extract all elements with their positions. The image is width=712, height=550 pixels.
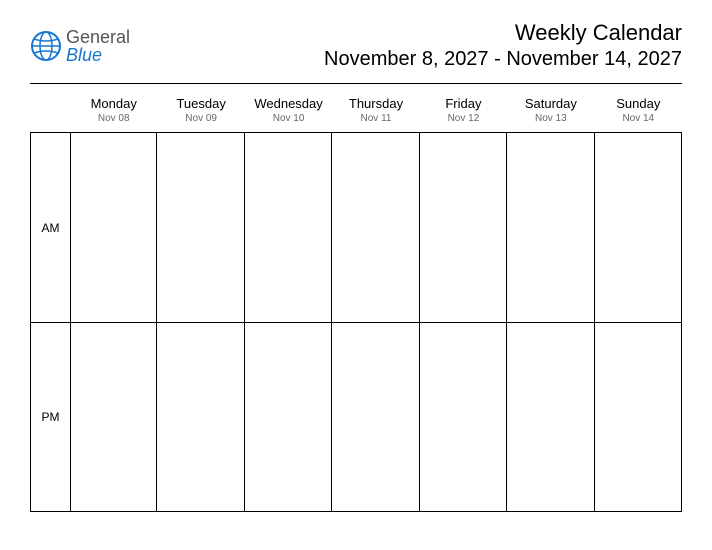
period-label-pm: PM <box>30 322 70 512</box>
day-header-monday: Monday Nov 08 <box>70 92 157 132</box>
calendar-cell <box>70 322 157 512</box>
calendar-cell <box>595 322 682 512</box>
page-title: Weekly Calendar <box>324 20 682 46</box>
day-header-friday: Friday Nov 12 <box>420 92 507 132</box>
date-range: November 8, 2027 - November 14, 2027 <box>324 48 682 71</box>
period-label-am: AM <box>30 132 70 322</box>
logo-blue: Blue <box>66 45 102 65</box>
calendar-cell <box>420 132 507 322</box>
calendar-cell <box>420 322 507 512</box>
day-date: Nov 08 <box>70 113 157 124</box>
day-header-thursday: Thursday Nov 11 <box>332 92 419 132</box>
day-date: Nov 13 <box>507 113 594 124</box>
globe-icon <box>30 30 62 62</box>
day-header-saturday: Saturday Nov 13 <box>507 92 594 132</box>
logo-general: General <box>66 27 130 47</box>
calendar-cell <box>595 132 682 322</box>
day-name: Friday <box>420 96 507 111</box>
calendar-cell <box>245 322 332 512</box>
day-header-wednesday: Wednesday Nov 10 <box>245 92 332 132</box>
header-divider <box>30 83 682 84</box>
calendar-cell <box>157 132 244 322</box>
day-name: Wednesday <box>245 96 332 111</box>
title-area: Weekly Calendar November 8, 2027 - Novem… <box>324 20 682 71</box>
day-name: Sunday <box>595 96 682 111</box>
day-name: Saturday <box>507 96 594 111</box>
day-name: Thursday <box>332 96 419 111</box>
calendar-grid: Monday Nov 08 Tuesday Nov 09 Wednesday N… <box>30 92 682 512</box>
logo: General Blue <box>30 28 130 64</box>
day-date: Nov 12 <box>420 113 507 124</box>
day-date: Nov 11 <box>332 113 419 124</box>
calendar-cell <box>157 322 244 512</box>
calendar-cell <box>507 322 594 512</box>
day-date: Nov 14 <box>595 113 682 124</box>
calendar-cell <box>245 132 332 322</box>
calendar-cell <box>332 132 419 322</box>
day-header-sunday: Sunday Nov 14 <box>595 92 682 132</box>
day-date: Nov 09 <box>157 113 244 124</box>
header: General Blue Weekly Calendar November 8,… <box>30 20 682 71</box>
calendar-cell <box>70 132 157 322</box>
corner-cell <box>30 92 70 132</box>
calendar-cell <box>332 322 419 512</box>
day-name: Monday <box>70 96 157 111</box>
day-date: Nov 10 <box>245 113 332 124</box>
calendar-cell <box>507 132 594 322</box>
logo-text: General Blue <box>66 28 130 64</box>
day-header-tuesday: Tuesday Nov 09 <box>157 92 244 132</box>
day-name: Tuesday <box>157 96 244 111</box>
